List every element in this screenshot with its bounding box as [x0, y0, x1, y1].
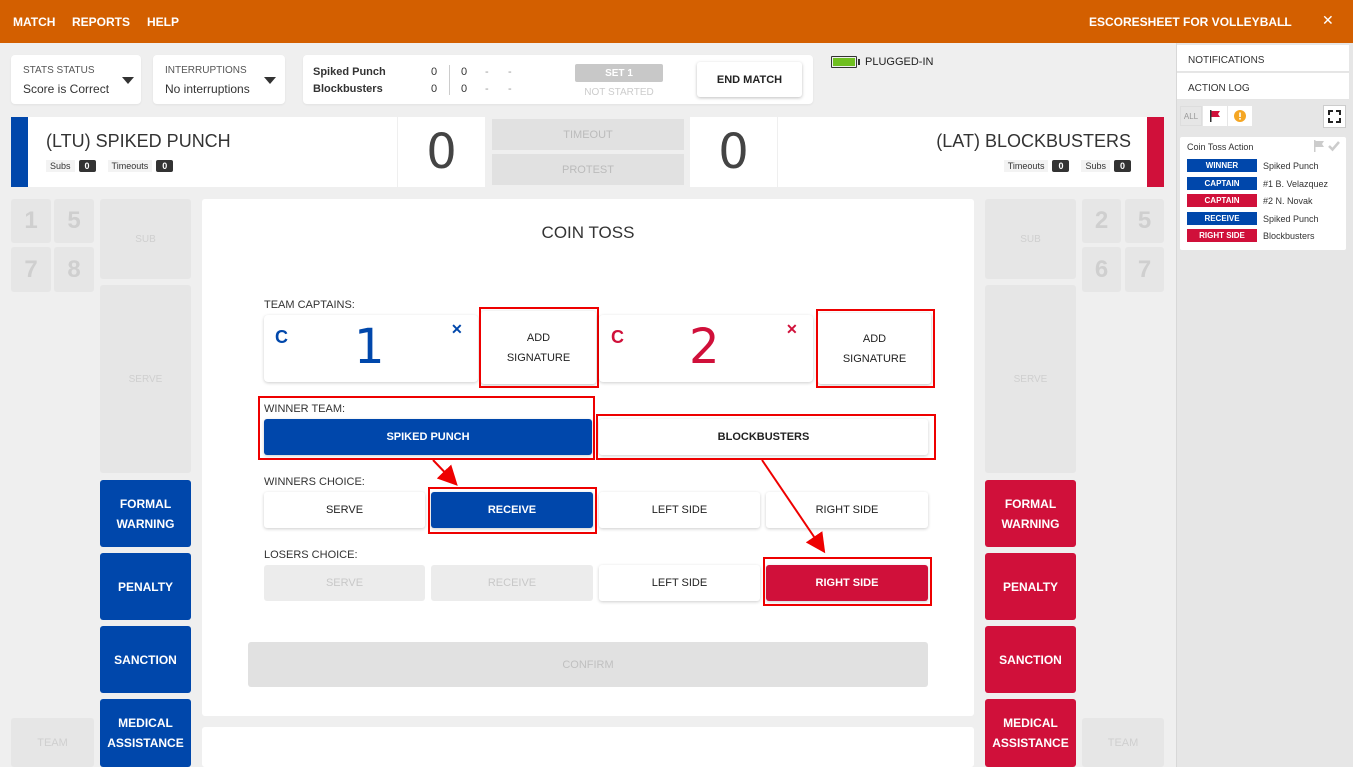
fullscreen-icon — [1328, 110, 1341, 123]
log-text: #1 B. Velazquez — [1263, 178, 1329, 189]
arrow — [432, 459, 458, 486]
log-text: Blockbusters — [1263, 230, 1315, 241]
notifications-tab[interactable]: NOTIFICATIONS — [1177, 45, 1349, 72]
log-tag: RECEIVE — [1187, 212, 1257, 225]
log-entry: CAPTAIN #1 B. Velazquez — [1187, 177, 1328, 190]
log-tag: RIGHT SIDE — [1187, 229, 1257, 242]
log-text: Spiked Punch — [1263, 160, 1319, 171]
log-tag: WINNER — [1187, 159, 1257, 172]
flag-icon[interactable] — [1313, 140, 1325, 152]
filter-all-button[interactable]: ALL — [1180, 106, 1202, 126]
warning-icon — [1234, 110, 1246, 122]
log-tag: CAPTAIN — [1187, 177, 1257, 190]
action-log-tab[interactable]: ACTION LOG — [1177, 73, 1349, 100]
filter-flag-button[interactable] — [1203, 106, 1227, 126]
log-card: Coin Toss Action WINNER Spiked Punch CAP… — [1180, 137, 1346, 250]
log-title: Coin Toss Action — [1187, 142, 1254, 152]
flag-icon — [1210, 110, 1220, 122]
log-entry: RECEIVE Spiked Punch — [1187, 212, 1319, 225]
log-entry: CAPTAIN #2 N. Novak — [1187, 194, 1313, 207]
filter-warning-button[interactable] — [1228, 106, 1252, 126]
arrow — [761, 459, 826, 554]
check-icon[interactable] — [1328, 140, 1340, 152]
log-entry: WINNER Spiked Punch — [1187, 159, 1319, 172]
fullscreen-button[interactable] — [1323, 105, 1346, 128]
log-entry: RIGHT SIDE Blockbusters — [1187, 229, 1315, 242]
log-text: Spiked Punch — [1263, 213, 1319, 224]
annotation-arrows — [432, 459, 826, 554]
log-text: #2 N. Novak — [1263, 195, 1313, 206]
log-tag: CAPTAIN — [1187, 194, 1257, 207]
